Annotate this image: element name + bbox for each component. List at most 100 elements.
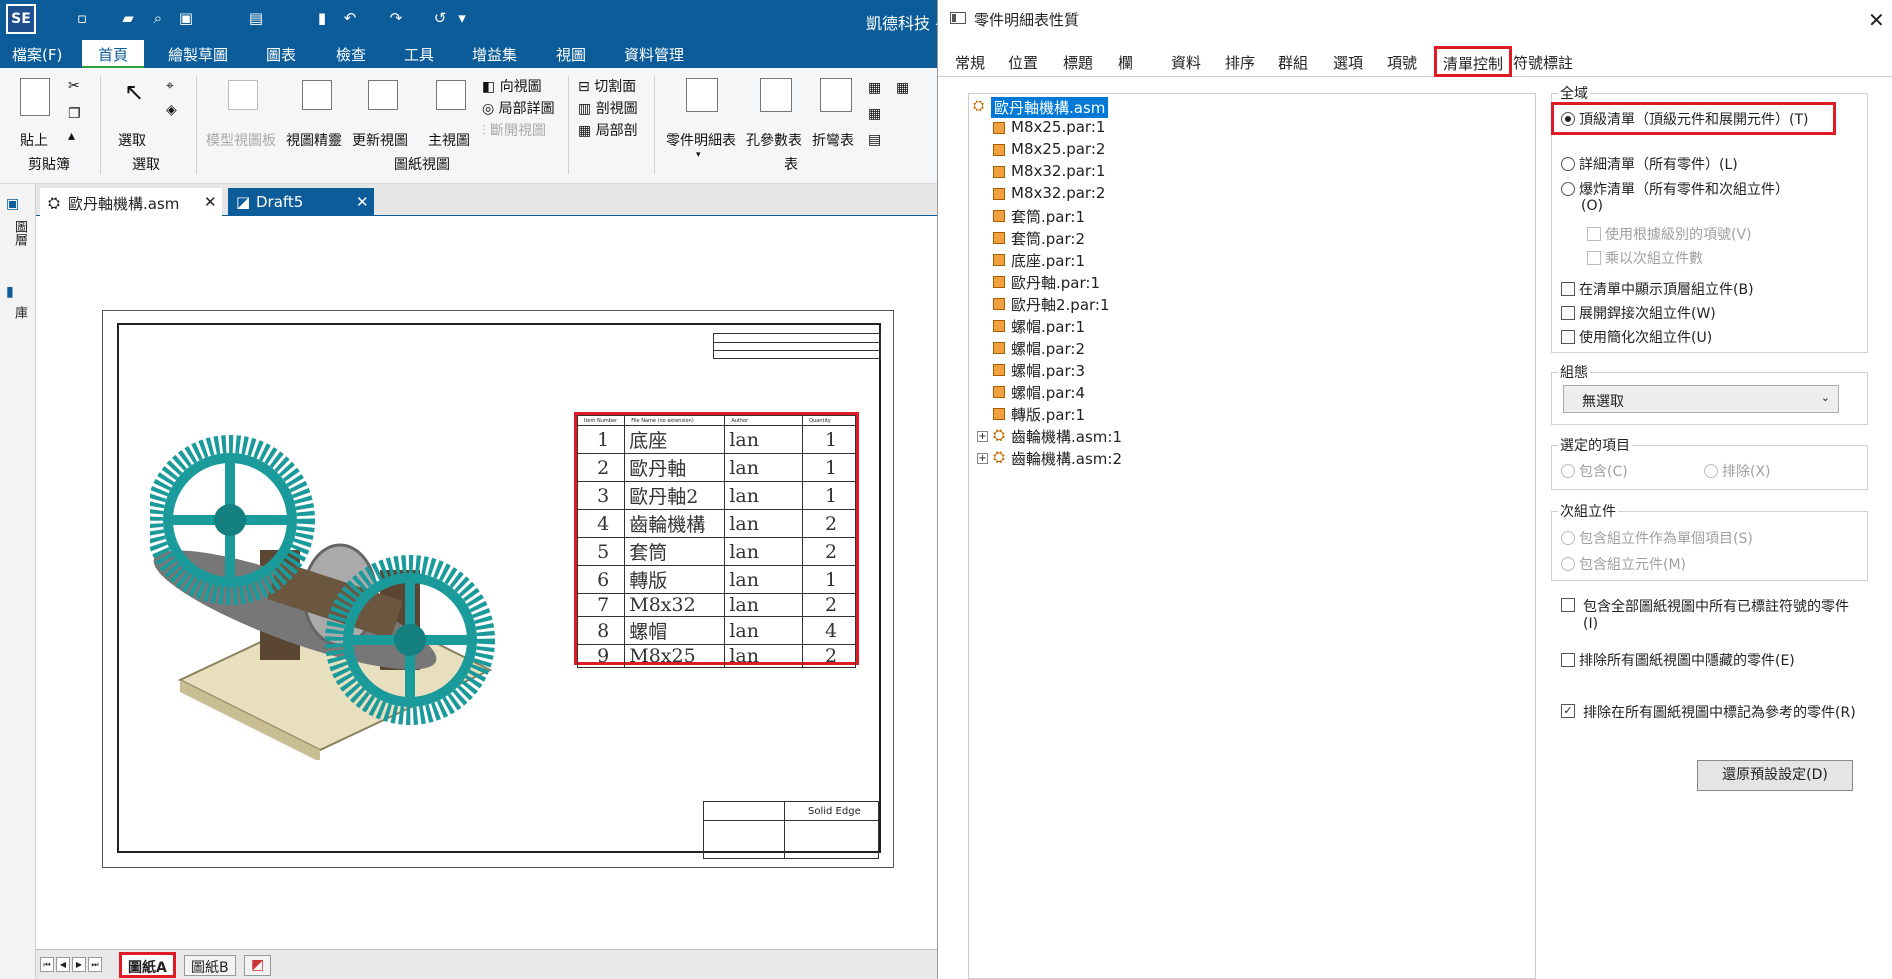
tree-item[interactable]: 轉版.par:1 (993, 404, 1085, 425)
tab-position[interactable]: 位置 (1008, 52, 1038, 73)
exploded-radio[interactable]: 爆炸清單（所有零件和次組立件） (1561, 179, 1789, 199)
tab-title[interactable]: 標題 (1063, 52, 1093, 73)
print-icon[interactable]: ▤ (246, 9, 266, 27)
table-row[interactable]: 7 M8x32 lan 2 (576, 593, 856, 617)
next-sheet-button[interactable]: ▶ (72, 957, 86, 972)
table-grid-icon[interactable]: ▦ (868, 106, 881, 122)
aux-view-button[interactable]: ◧ 向視圖 (482, 76, 542, 96)
tab-options[interactable]: 選項 (1333, 52, 1363, 73)
tree-item[interactable]: 螺帽.par:1 (993, 316, 1085, 337)
table-extra-icon[interactable]: ▦ (896, 80, 909, 96)
menu-view[interactable]: 視圖 (556, 44, 586, 65)
tree-item[interactable]: M8x25.par:1 (993, 118, 1105, 136)
table-row[interactable]: 2 歐丹軸 lan 1 (576, 453, 856, 482)
tree-item-subasm[interactable]: + ⛭ 齒輪機構.asm:2 (977, 448, 1122, 469)
menu-inspect[interactable]: 檢查 (336, 44, 366, 65)
paste-button[interactable]: 貼上 (20, 130, 48, 150)
customize-icon[interactable]: ▾ (452, 9, 472, 27)
tab-list-control[interactable]: 清單控制 (1434, 46, 1513, 77)
app-logo[interactable]: SE (6, 4, 36, 34)
doc-tab-draft[interactable]: ◪ Draft5 ✕ (228, 188, 374, 216)
layers-tab[interactable]: 圖層 (10, 220, 29, 246)
include-radio[interactable]: 包含(C) (1561, 461, 1628, 481)
tree-item-subasm[interactable]: + ⛭ 齒輪機構.asm:1 (977, 426, 1122, 447)
broken-view-button[interactable]: ⫶ 斷開視圖 (482, 120, 546, 140)
new-file-icon[interactable]: ▫ (72, 9, 92, 27)
assembly-tree[interactable]: ⛭ 歐丹軸機構.asm M8x25.par:1 M8x25.par:2 M8x3… (968, 93, 1536, 979)
table-row[interactable]: 8 螺帽 lan 4 (576, 616, 856, 645)
redo-icon[interactable]: ↷ (386, 9, 406, 27)
multiply-qty-checkbox[interactable]: 乘以次組立件數 (1587, 248, 1703, 268)
close-icon[interactable]: ✕ (356, 193, 369, 211)
close-icon[interactable]: ✕ (204, 193, 217, 211)
table-row[interactable]: 6 轉版 lan 1 (576, 565, 856, 594)
table-row[interactable]: 3 歐丹軸2 lan 1 (576, 481, 856, 510)
tab-columns[interactable]: 欄 (1118, 52, 1133, 73)
show-top-asm-checkbox[interactable]: 在清單中顯示頂層組立件(B) (1561, 279, 1754, 299)
parts-list-dropdown-icon[interactable]: ▾ (696, 150, 701, 160)
close-icon[interactable]: ✕ (1868, 8, 1885, 32)
expand-icon[interactable]: + (977, 431, 988, 442)
tree-item[interactable]: 歐丹軸2.par:1 (993, 294, 1110, 315)
tree-item[interactable]: M8x32.par:1 (993, 162, 1105, 180)
tab-balloon[interactable]: 符號標註 (1513, 52, 1573, 73)
menu-charts[interactable]: 圖表 (266, 44, 296, 65)
tree-item[interactable]: 底座.par:1 (993, 250, 1085, 271)
exclude-radio[interactable]: 排除(X) (1704, 461, 1771, 481)
sheet-tab-b[interactable]: 圖紙B (184, 955, 236, 976)
menu-data-management[interactable]: 資料管理 (624, 44, 684, 65)
clipboard-icon[interactable]: ▮ (312, 9, 332, 27)
include-single-radio[interactable]: 包含組立件作為單個項目(S) (1561, 528, 1753, 548)
menu-tools[interactable]: 工具 (404, 44, 434, 65)
tab-sort[interactable]: 排序 (1225, 52, 1255, 73)
hole-table-button[interactable]: 孔參數表 (746, 130, 802, 150)
parts-list-table[interactable]: Item Number File Name (no extension) Aut… (574, 412, 859, 668)
expand-weld-checkbox[interactable]: 展開銲接次組立件(W) (1561, 303, 1716, 323)
prev-sheet-button[interactable]: ◀ (56, 957, 70, 972)
section-view-button[interactable]: ▥ 剖視圖 (578, 98, 638, 118)
select-tool-icon[interactable]: ⌖ (166, 78, 174, 94)
format-painter-icon[interactable]: ▴ (68, 128, 75, 144)
tab-group[interactable]: 群組 (1278, 52, 1308, 73)
table-edit-icon[interactable]: ▤ (868, 132, 881, 148)
tree-item[interactable]: M8x25.par:2 (993, 140, 1105, 158)
tab-item-number[interactable]: 項號 (1387, 52, 1417, 73)
assembly-drawing-view[interactable] (150, 420, 496, 760)
tree-item[interactable]: 螺帽.par:2 (993, 338, 1085, 359)
update-views-button[interactable]: 更新視圖 (352, 130, 408, 150)
tree-item[interactable]: 套筒.par:1 (993, 206, 1085, 227)
table-row[interactable]: 5 套筒 lan 2 (576, 537, 856, 566)
parts-list-button[interactable]: 零件明細表 (666, 130, 736, 150)
tree-item[interactable]: 套筒.par:2 (993, 228, 1085, 249)
copy-icon[interactable]: ❐ (68, 106, 81, 122)
bend-table-button[interactable]: 折彎表 (812, 130, 854, 150)
tab-general[interactable]: 常規 (955, 52, 985, 73)
save-icon[interactable]: ▣ (176, 9, 196, 27)
open-folder-icon[interactable]: ▰ (118, 9, 138, 27)
library-tab[interactable]: 庫 (10, 306, 29, 319)
tree-item[interactable]: 螺帽.par:4 (993, 382, 1085, 403)
reset-defaults-button[interactable]: 還原預設設定(D) (1697, 760, 1853, 791)
doc-tab-asm[interactable]: ⛭ 歐丹軸機構.asm ✕ (40, 188, 222, 216)
layers-icon[interactable]: ▣ (6, 196, 19, 212)
top-level-radio[interactable]: 頂級清單（頂級元件和展開元件）(T) (1561, 109, 1808, 129)
last-sheet-button[interactable]: ⏭ (88, 957, 102, 972)
expand-icon[interactable]: + (977, 453, 988, 464)
first-sheet-button[interactable]: ⏮ (40, 957, 54, 972)
table-tool-icon[interactable]: ▦ (868, 80, 881, 96)
use-level-items-checkbox[interactable]: 使用根據級別的項號(V) (1587, 224, 1752, 244)
search-icon[interactable]: ⌕ (148, 9, 168, 27)
broken-out-button[interactable]: ▦ 局部剖 (578, 120, 638, 140)
tree-item[interactable]: 螺帽.par:3 (993, 360, 1085, 381)
menu-file[interactable]: 檔案(F) (12, 44, 62, 65)
sheet-tab-a[interactable]: 圖紙A (119, 952, 176, 978)
include-members-radio[interactable]: 包含組立元件(M) (1561, 554, 1686, 574)
include-all-balloons-checkbox[interactable]: 包含全部圖紙視圖中所有已標註符號的零件(I) (1561, 596, 1861, 632)
menu-addins[interactable]: 增益集 (472, 44, 517, 65)
detailed-radio[interactable]: 詳細清單（所有零件）(L) (1561, 154, 1738, 174)
tab-data[interactable]: 資料 (1171, 52, 1201, 73)
repeat-icon[interactable]: ↺ (430, 9, 450, 27)
select-filter-icon[interactable]: ◈ (166, 102, 177, 118)
cut-icon[interactable]: ✂ (68, 78, 80, 94)
section-plane-button[interactable]: ⊟ 切割面 (578, 76, 636, 96)
